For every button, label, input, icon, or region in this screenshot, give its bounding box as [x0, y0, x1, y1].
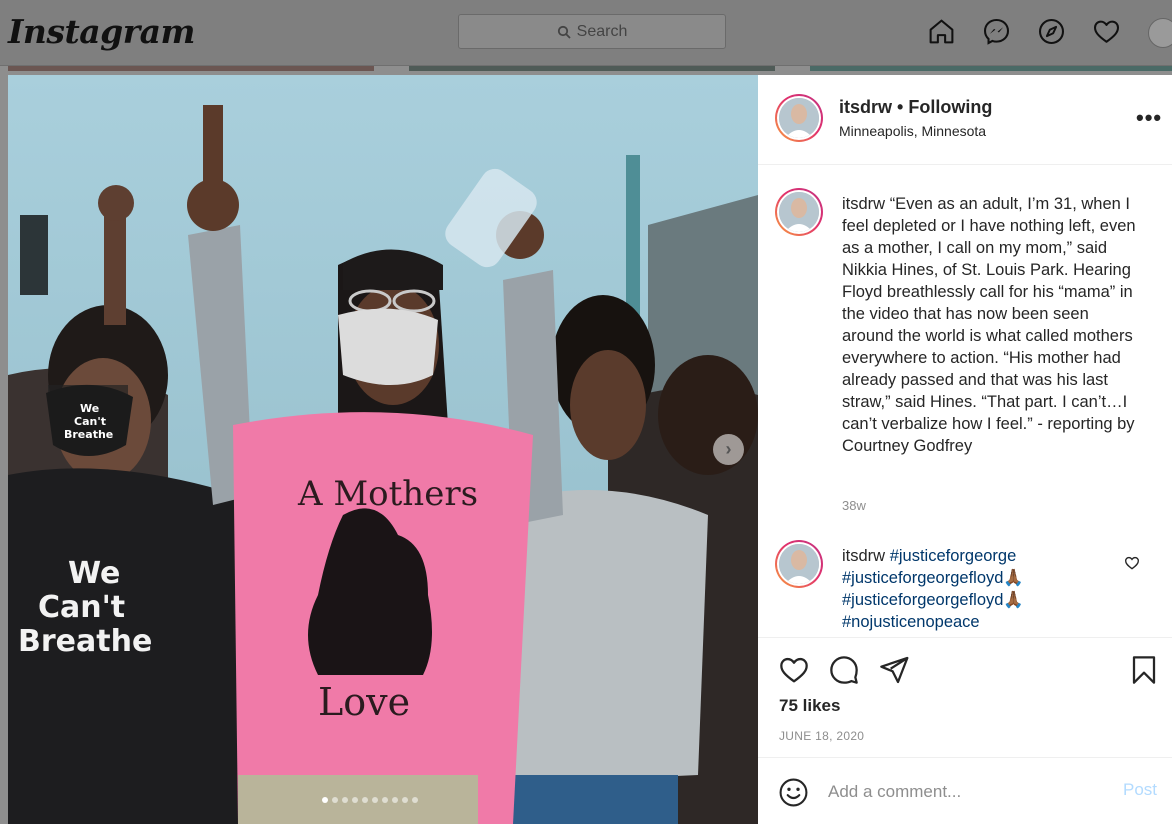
hashtag-link[interactable]: #justiceforgeorge: [890, 547, 1017, 565]
avatar-portrait: [779, 98, 819, 138]
comment-avatar[interactable]: [775, 540, 823, 588]
explore-icon[interactable]: [1036, 16, 1067, 47]
shirt-text-breathe: Breathe: [18, 624, 152, 659]
avatar-portrait: [779, 192, 819, 232]
add-comment-bar: Post: [758, 757, 1172, 824]
top-navigation-bar: Instagram Search: [0, 0, 1172, 66]
following-button[interactable]: Following: [908, 97, 992, 117]
post-comment-button[interactable]: Post: [1123, 780, 1157, 800]
carousel-dot: [342, 797, 348, 803]
carousel-dot: [412, 797, 418, 803]
emoji-icon[interactable]: [778, 777, 809, 808]
post-caption: itsdrw “Even as an adult, I’m 31, when I…: [842, 193, 1142, 457]
home-icon[interactable]: [926, 16, 957, 47]
search-icon: [557, 25, 571, 39]
carousel-next-button[interactable]: ›: [713, 434, 744, 465]
shirt-text-love: Love: [318, 680, 410, 724]
shirt-text-we: We: [68, 556, 120, 591]
like-heart-icon[interactable]: [778, 654, 810, 686]
hashtag-comment: itsdrw #justiceforgeorge #justiceforgeor…: [842, 545, 1122, 633]
post-header: itsdrw • Following Minneapolis, Minnesot…: [758, 75, 1172, 165]
avatar-portrait: [779, 544, 819, 584]
shirt-text-mothers: A Mothers: [297, 474, 478, 514]
instagram-logo[interactable]: Instagram: [8, 12, 195, 51]
carousel-dots: [322, 797, 418, 803]
shirt-text-cant: Can't: [38, 590, 125, 625]
post-photo[interactable]: We Can't Breathe We Can't Breathe A Moth…: [8, 75, 758, 824]
comment-input[interactable]: [828, 778, 1098, 806]
carousel-dot: [382, 797, 388, 803]
mask-text: We: [80, 402, 99, 415]
save-bookmark-icon[interactable]: [1128, 654, 1160, 686]
search-box[interactable]: Search: [458, 14, 726, 49]
caption-text: “Even as an adult, I’m 31, when I feel d…: [842, 195, 1136, 455]
caption-age[interactable]: 38w: [842, 498, 866, 513]
author-username[interactable]: itsdrw: [839, 97, 892, 117]
protest-photo-image: We Can't Breathe We Can't Breathe A Moth…: [8, 75, 758, 824]
carousel-dot: [332, 797, 338, 803]
author-avatar[interactable]: [775, 94, 823, 142]
carousel-dot: [352, 797, 358, 803]
carousel-dot: [322, 797, 328, 803]
hashtag-link[interactable]: #justiceforgeorgefloyd🙏🏾: [842, 589, 1122, 611]
mask-text-3: Breathe: [64, 428, 113, 441]
carousel-dot: [372, 797, 378, 803]
carousel-dot: [392, 797, 398, 803]
carousel-dot: [362, 797, 368, 803]
hashtag-link[interactable]: #justiceforgeorgefloyd🙏🏾: [842, 567, 1122, 589]
caption-avatar[interactable]: [775, 188, 823, 236]
post-date[interactable]: JUNE 18, 2020: [779, 729, 864, 743]
caption-username[interactable]: itsdrw: [842, 195, 885, 213]
comment-bubble-icon[interactable]: [828, 654, 860, 686]
carousel-dot: [402, 797, 408, 803]
comment-like-heart-icon[interactable]: [1124, 555, 1140, 571]
comment-username[interactable]: itsdrw: [842, 547, 885, 565]
more-options-icon[interactable]: •••: [1136, 105, 1162, 131]
post-actions: 75 likes JUNE 18, 2020: [758, 637, 1172, 757]
search-placeholder: Search: [576, 22, 628, 40]
separator-dot: •: [897, 97, 904, 117]
post-location[interactable]: Minneapolis, Minnesota: [839, 123, 986, 139]
profile-avatar[interactable]: [1148, 18, 1172, 48]
share-paper-plane-icon[interactable]: [878, 654, 910, 686]
messenger-icon[interactable]: [981, 16, 1012, 47]
activity-heart-icon[interactable]: [1091, 16, 1122, 47]
background-feed-strips: [0, 66, 1172, 75]
mask-text-2: Can't: [74, 415, 106, 428]
post-side-panel: itsdrw • Following Minneapolis, Minnesot…: [758, 75, 1172, 824]
likes-count[interactable]: 75 likes: [779, 696, 840, 716]
hashtag-link[interactable]: #nojusticenopeace: [842, 611, 1122, 633]
